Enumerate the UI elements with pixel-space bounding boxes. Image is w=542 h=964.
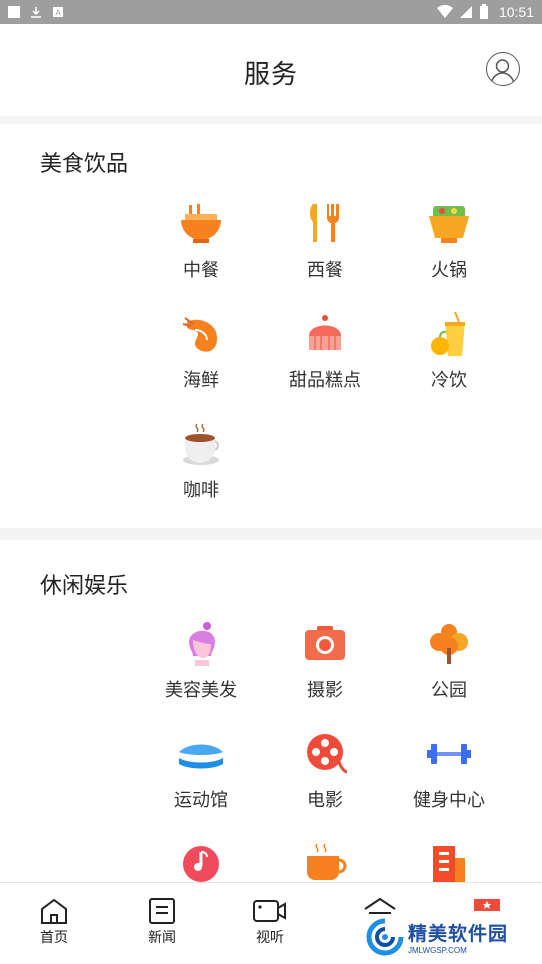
service-item-label: 摄影 [307,680,343,701]
service-item-label: 咖啡 [183,480,219,501]
service-item-seafood[interactable]: 海鲜 [139,310,263,392]
service-item-label: 中餐 [183,260,219,281]
building-icon [433,846,465,882]
battery-icon [479,4,488,19]
stadium-icon [179,744,223,769]
service-item-label: 运动馆 [174,790,228,811]
section-divider [0,116,542,124]
shrimp-icon [182,317,217,352]
wifi-icon [436,5,453,18]
service-item-cold-drinks[interactable]: 冷饮 [387,310,511,392]
beauty-head-icon [189,622,215,666]
service-item-chinese-food[interactable]: 中餐 [139,200,263,282]
service-item-stadium[interactable]: 运动馆 [139,730,263,812]
watermark-logo: 精美软件园 JMLWGSP.COM [366,914,536,960]
profile-button[interactable] [486,52,520,86]
app-notification-icon: A [53,7,63,18]
app-header: 服务 [0,24,542,116]
tea-cup-icon [307,843,347,880]
profile-icon [474,899,500,911]
service-item-label: 甜品糕点 [289,370,361,391]
service-item-label: 西餐 [307,260,343,281]
notification-square-icon [8,6,20,18]
watermark-subtext: JMLWGSP.COM [408,946,467,955]
service-item-hotpot[interactable]: 火锅 [387,200,511,282]
nav-news[interactable]: 新闻 [132,897,192,947]
watermark-text: 精美软件园 [408,923,509,945]
cold-drink-icon [431,311,465,356]
service-item-coffee[interactable]: 咖啡 [139,420,263,502]
service-item-label: 美容美发 [165,680,237,701]
service-item-photography[interactable]: 摄影 [263,620,387,702]
fork-knife-icon [310,204,340,242]
nav-label: 首页 [40,930,68,946]
tree-icon [430,624,468,664]
hotpot-icon [429,206,469,243]
watermark-swirl-icon [366,918,404,956]
nav-profile[interactable] [457,897,517,911]
section-divider [0,528,542,540]
section-title: 休闲娱乐 [40,574,129,599]
svg-text:A: A [55,9,61,18]
cake-icon [309,315,341,350]
service-item-desserts[interactable]: 甜品糕点 [263,310,387,392]
service-item-label: 健身中心 [413,790,485,811]
video-icon [253,900,286,922]
service-item-western-food[interactable]: 西餐 [263,200,387,282]
dumbbell-icon [427,744,471,764]
page-title: 服务 [243,60,298,90]
noodle-bowl-icon [181,204,221,243]
film-reel-icon [307,734,348,774]
nav-label: 视听 [256,930,284,946]
service-item-building[interactable] [387,840,511,882]
service-item-movie[interactable]: 电影 [263,730,387,812]
section-title: 美食饮品 [40,152,129,177]
download-icon [31,7,41,18]
status-time: 10:51 [498,4,534,20]
news-icon [149,898,175,924]
food-drink-section: 美食饮品 中餐 西餐 火锅 海鲜 甜品糕点 冷饮 咖啡 [0,124,542,528]
service-item-label: 冷饮 [431,370,467,391]
home-icon [41,898,67,924]
service-item-teahouse[interactable] [263,840,387,882]
camera-icon [305,626,345,660]
service-item-music[interactable] [139,840,263,882]
nav-video[interactable]: 视听 [240,897,300,947]
status-bar: A 10:51 [0,0,542,24]
service-item-label: 海鲜 [183,370,219,391]
service-item-gym[interactable]: 健身中心 [387,730,511,812]
service-item-label: 火锅 [431,260,467,281]
service-item-beauty[interactable]: 美容美发 [139,620,263,702]
service-item-label: 公园 [431,680,467,701]
service-item-label: 电影 [307,790,343,811]
music-note-icon [183,846,219,882]
signal-icon [459,6,472,18]
nav-label: 新闻 [148,930,176,946]
nav-home[interactable]: 首页 [24,897,84,947]
coffee-cup-icon [183,423,219,465]
service-item-park[interactable]: 公园 [387,620,511,702]
leisure-section: 休闲娱乐 美容美发 摄影 公园 运动馆 电影 健身中心 [0,540,542,882]
